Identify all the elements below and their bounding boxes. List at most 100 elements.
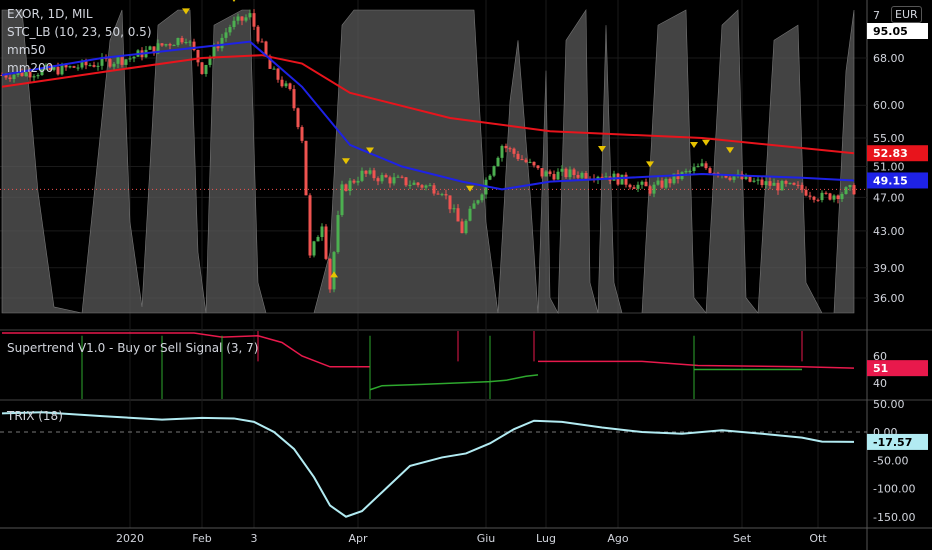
candle-body bbox=[112, 63, 116, 67]
candle-body bbox=[316, 237, 320, 242]
trix-axis-label: -50.00 bbox=[873, 454, 908, 467]
candle-body bbox=[236, 16, 240, 21]
candle-body bbox=[36, 75, 40, 77]
candle-body bbox=[240, 16, 244, 21]
last-price-tag: 95.05 bbox=[873, 25, 908, 38]
symbol-legend[interactable]: EXOR, 1D, MIL bbox=[7, 7, 93, 21]
sell-signal-triangle bbox=[702, 139, 710, 146]
candle-body bbox=[604, 176, 608, 178]
candle-body bbox=[60, 64, 64, 75]
mm50-value-tag: 49.15 bbox=[873, 174, 908, 187]
price-axis-label: 47.00 bbox=[873, 191, 905, 204]
candle-body bbox=[184, 41, 188, 43]
candle-body bbox=[408, 184, 412, 186]
candle-body bbox=[320, 226, 324, 238]
candle-body bbox=[200, 62, 204, 74]
candle-body bbox=[624, 174, 628, 185]
candle-body bbox=[176, 37, 180, 46]
candle-body bbox=[164, 44, 168, 46]
candle-body bbox=[368, 170, 372, 174]
stc-legend[interactable]: STC_LB (10, 23, 50, 0.5) bbox=[7, 25, 152, 39]
sell-signal-triangle bbox=[690, 141, 698, 148]
candle-body bbox=[700, 163, 704, 167]
candle-body bbox=[352, 180, 356, 183]
candle-body bbox=[584, 172, 588, 179]
candle-body bbox=[512, 148, 516, 154]
candle-body bbox=[656, 180, 660, 185]
candle-body bbox=[248, 13, 252, 18]
supertrend-up-line bbox=[369, 374, 539, 391]
candle-body bbox=[424, 185, 428, 188]
candle-body bbox=[632, 187, 636, 189]
candle-body bbox=[244, 17, 248, 21]
candle-body bbox=[32, 76, 36, 78]
price-axis-label: 36.00 bbox=[873, 292, 905, 305]
candle-body bbox=[328, 258, 332, 290]
trix-axis-label: -150.00 bbox=[873, 511, 915, 524]
candle-body bbox=[536, 165, 540, 169]
candle-body bbox=[436, 193, 440, 195]
candle-body bbox=[324, 226, 328, 259]
candle-body bbox=[568, 169, 572, 178]
candle-body bbox=[628, 184, 632, 188]
candle-body bbox=[808, 195, 812, 197]
candle-body bbox=[704, 163, 708, 169]
candle-body bbox=[600, 176, 604, 178]
candle-body bbox=[500, 145, 504, 158]
candle-body bbox=[132, 56, 136, 59]
time-axis-label: Lug bbox=[536, 532, 556, 545]
candle-body bbox=[440, 194, 444, 196]
time-axis-label: Ago bbox=[607, 532, 629, 545]
trix-legend[interactable]: TRIX (18) bbox=[7, 409, 63, 423]
currency-button[interactable]: EUR bbox=[891, 6, 922, 23]
candle-body bbox=[456, 208, 460, 222]
candle-body bbox=[212, 45, 216, 58]
time-axis-label: Feb bbox=[192, 532, 211, 545]
candle-body bbox=[844, 187, 848, 194]
candle-body bbox=[836, 195, 840, 200]
time-axis-label: Apr bbox=[348, 532, 368, 545]
candle-body bbox=[400, 176, 404, 178]
candle-body bbox=[664, 178, 668, 188]
candle-body bbox=[388, 177, 392, 184]
candle-body bbox=[560, 168, 564, 172]
mm50-legend[interactable]: mm50 bbox=[7, 43, 46, 57]
candle-body bbox=[380, 175, 384, 182]
price-axis-label: 60.00 bbox=[873, 99, 905, 112]
candle-body bbox=[252, 13, 256, 27]
candle-body bbox=[288, 83, 292, 90]
time-axis-label: 2020 bbox=[116, 532, 144, 545]
candle-body bbox=[188, 41, 192, 43]
candle-body bbox=[520, 159, 524, 161]
candle-body bbox=[228, 27, 232, 33]
chart-canvas[interactable]: 68.00 60.00 55.00 51.00 47.00 43.00 39.00 36.00… bbox=[0, 0, 932, 550]
candle-body bbox=[524, 159, 528, 163]
candle-body bbox=[232, 20, 236, 28]
candle-body bbox=[416, 182, 420, 186]
candle-body bbox=[756, 179, 760, 181]
candle-body bbox=[12, 74, 16, 80]
candle-body bbox=[508, 148, 512, 150]
candle-body bbox=[796, 184, 800, 186]
candle-body bbox=[792, 182, 796, 185]
candle-body bbox=[684, 171, 688, 173]
candle-body bbox=[532, 161, 536, 166]
candle-body bbox=[148, 46, 152, 50]
candle-body bbox=[492, 166, 496, 176]
candle-body bbox=[480, 194, 484, 201]
candle-body bbox=[428, 185, 432, 187]
candle-body bbox=[344, 184, 348, 191]
candle-body bbox=[732, 176, 736, 180]
candle-body bbox=[540, 168, 544, 177]
candle-body bbox=[804, 189, 808, 196]
supertrend-legend[interactable]: Supertrend V1.0 - Buy or Sell Signal (3,… bbox=[7, 341, 258, 355]
candle-body bbox=[472, 203, 476, 209]
candle-body bbox=[556, 171, 560, 180]
candle-body bbox=[552, 174, 556, 180]
candle-body bbox=[204, 64, 208, 74]
candle-body bbox=[476, 200, 480, 204]
candle-body bbox=[528, 161, 532, 163]
candle-body bbox=[444, 194, 448, 196]
candle-body bbox=[116, 57, 120, 64]
mm200-legend[interactable]: mm200 bbox=[7, 61, 53, 75]
